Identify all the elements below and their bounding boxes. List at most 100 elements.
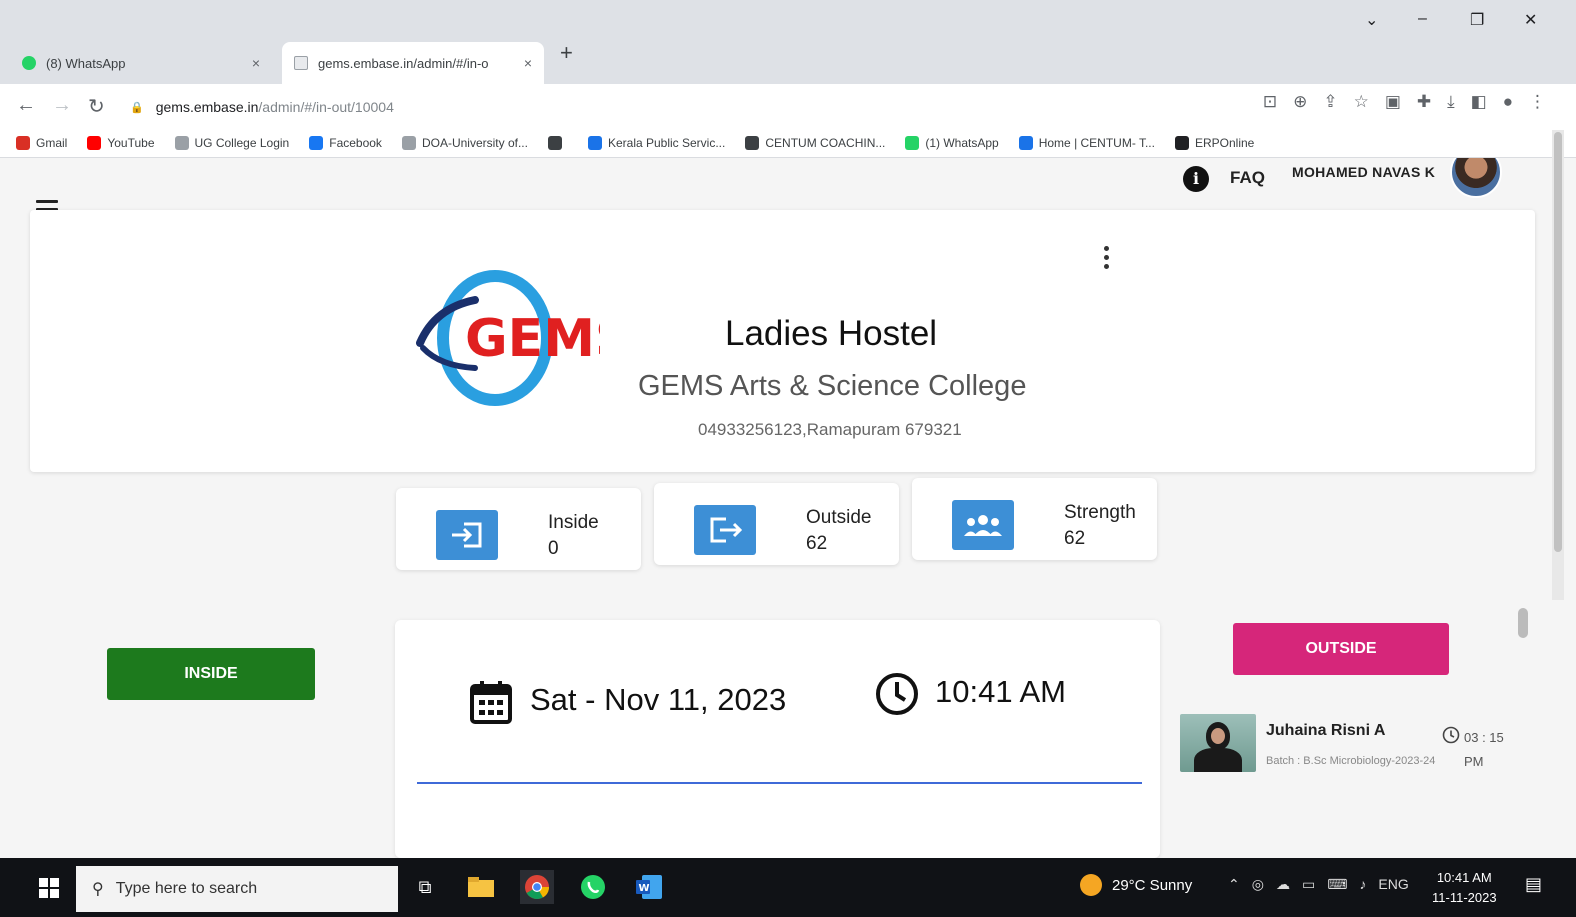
- bookmark-star-icon[interactable]: ☆: [1354, 92, 1369, 112]
- bookmark-item[interactable]: [547, 135, 568, 150]
- browser-tabstrip: (8) WhatsApp × gems.embase.in/admin/#/in…: [0, 0, 1576, 84]
- weather-widget[interactable]: 29°C Sunny: [1080, 874, 1192, 896]
- bookmark-favicon-icon: [174, 135, 189, 150]
- minimize-button[interactable]: –: [1418, 10, 1427, 28]
- volume-icon[interactable]: ♪: [1359, 876, 1366, 893]
- onedrive-icon[interactable]: ☁: [1276, 876, 1290, 893]
- download-icon[interactable]: ⤓: [1447, 92, 1455, 112]
- tab-gems-admin[interactable]: gems.embase.in/admin/#/in-o ×: [282, 42, 544, 84]
- reload-button[interactable]: ↻: [88, 94, 105, 119]
- info-icon[interactable]: i: [1183, 166, 1209, 192]
- avatar[interactable]: [1450, 158, 1502, 198]
- address-bar[interactable]: 🔒 gems.embase.in/admin/#/in-out/10004: [130, 92, 1160, 122]
- scan-card: Sat - Nov 11, 2023 10:41 AM: [395, 620, 1160, 858]
- bookmark-item[interactable]: Kerala Public Servic...: [587, 135, 725, 150]
- weather-text: 29°C Sunny: [1112, 876, 1193, 894]
- chrome-icon[interactable]: [520, 870, 554, 904]
- page-favicon-icon: [294, 56, 308, 70]
- task-view-icon[interactable]: ⧉: [408, 870, 442, 904]
- taskbar-search[interactable]: ⚲ Type here to search: [76, 866, 398, 912]
- network-icon[interactable]: ⌨: [1327, 876, 1347, 893]
- scan-input[interactable]: [417, 748, 1142, 784]
- chrome-menu-icon[interactable]: ⋮: [1529, 92, 1546, 112]
- whatsapp-icon[interactable]: [576, 870, 610, 904]
- college-name: GEMS Arts & Science College: [638, 370, 1027, 402]
- word-icon[interactable]: W: [632, 870, 666, 904]
- tab-close-icon[interactable]: ×: [252, 55, 260, 71]
- outside-button[interactable]: OUTSIDE: [1233, 623, 1449, 675]
- logo-text: GEMS: [465, 309, 600, 369]
- close-window-button[interactable]: ✕: [1524, 10, 1537, 30]
- bookmark-favicon-icon: [401, 135, 416, 150]
- bookmark-favicon-icon: [745, 135, 760, 150]
- bookmark-label: Facebook: [329, 135, 382, 150]
- tab-whatsapp[interactable]: (8) WhatsApp ×: [10, 42, 272, 84]
- stat-value: 62: [806, 533, 828, 554]
- inside-button[interactable]: INSIDE: [107, 648, 315, 700]
- taskbar-clock[interactable]: 10:41 AM 11-11-2023: [1432, 868, 1497, 908]
- puzzle-extensions-icon[interactable]: ✚: [1417, 92, 1431, 112]
- zoom-icon[interactable]: ⊕: [1293, 92, 1307, 112]
- stat-value: 0: [548, 538, 559, 559]
- bookmark-label: Home | CENTUM- T...: [1038, 135, 1155, 150]
- sun-icon: [1080, 874, 1102, 896]
- student-name: Juhaina Risni A: [1266, 722, 1386, 739]
- logout-icon: [694, 505, 756, 555]
- faq-link[interactable]: FAQ: [1230, 168, 1265, 188]
- bookmark-item[interactable]: (1) WhatsApp: [905, 135, 999, 150]
- scrollbar-thumb[interactable]: [1554, 132, 1562, 552]
- bookmark-favicon-icon: [1174, 135, 1189, 150]
- tab-title: gems.embase.in/admin/#/in-o: [318, 55, 489, 71]
- bookmark-item[interactable]: DOA-University of...: [401, 135, 528, 150]
- stat-label: Inside: [548, 512, 599, 533]
- bookmark-label: Gmail: [36, 135, 68, 150]
- tab-title: (8) WhatsApp: [46, 55, 126, 71]
- restore-button[interactable]: ❐: [1470, 10, 1484, 30]
- current-date: Sat - Nov 11, 2023: [530, 682, 787, 717]
- profile-icon[interactable]: ●: [1503, 92, 1513, 112]
- bookmark-label: DOA-University of...: [421, 135, 528, 150]
- stat-label: Strength: [1064, 502, 1136, 523]
- share-icon[interactable]: ⇪: [1323, 92, 1337, 112]
- tray-chevron-icon[interactable]: ⌃: [1228, 876, 1240, 893]
- list-scrollbar[interactable]: [1518, 608, 1528, 638]
- bookmark-item[interactable]: ERPOnline: [1174, 135, 1254, 150]
- group-icon: [952, 500, 1014, 550]
- meet-now-icon[interactable]: ◎: [1252, 876, 1264, 893]
- bookmark-item[interactable]: Facebook: [309, 135, 382, 150]
- notification-icon[interactable]: ▤: [1525, 874, 1542, 895]
- bookmark-item[interactable]: Home | CENTUM- T...: [1018, 135, 1155, 150]
- bookmark-label: CENTUM COACHIN...: [765, 135, 886, 150]
- page-scrollbar[interactable]: [1552, 130, 1564, 600]
- battery-icon[interactable]: ▭: [1302, 876, 1315, 893]
- forward-button[interactable]: →: [52, 94, 72, 117]
- strength-stat-card: Strength 62: [912, 478, 1157, 560]
- bookmark-item[interactable]: UG College Login: [174, 135, 289, 150]
- svg-text:W: W: [639, 883, 650, 894]
- side-panel-icon[interactable]: ◧: [1471, 92, 1487, 112]
- windows-start-icon[interactable]: [22, 858, 76, 917]
- extension-icon[interactable]: ▣: [1385, 92, 1401, 112]
- tab-search-chevron-icon[interactable]: ⌄: [1365, 10, 1378, 30]
- bookmark-item[interactable]: CENTUM COACHIN...: [745, 135, 886, 150]
- language-indicator[interactable]: ENG: [1378, 876, 1408, 893]
- more-options-icon[interactable]: [1104, 246, 1110, 273]
- user-name[interactable]: MOHAMED NAVAS K: [1292, 164, 1435, 180]
- time-icon: [1442, 726, 1460, 744]
- back-button[interactable]: ←: [16, 94, 36, 117]
- new-tab-button[interactable]: +: [560, 40, 573, 66]
- stat-value: 62: [1064, 528, 1086, 549]
- login-icon: [436, 510, 498, 560]
- clock-time: 10:41 AM: [1436, 870, 1492, 885]
- file-explorer-icon[interactable]: [464, 870, 498, 904]
- bookmark-favicon-icon: [1018, 135, 1033, 150]
- translate-icon[interactable]: ⊡: [1263, 92, 1277, 112]
- clock-date: 11-11-2023: [1432, 890, 1497, 905]
- tab-close-icon[interactable]: ×: [524, 55, 532, 71]
- bookmark-favicon-icon: [309, 135, 324, 150]
- bookmark-item[interactable]: YouTube: [87, 135, 155, 150]
- bookmark-label: YouTube: [107, 135, 155, 150]
- recent-outside-entry[interactable]: Juhaina Risni A Batch : B.Sc Microbiolog…: [1180, 714, 1520, 794]
- bookmark-item[interactable]: Gmail: [16, 135, 68, 150]
- inside-stat-card: Inside 0: [396, 488, 641, 570]
